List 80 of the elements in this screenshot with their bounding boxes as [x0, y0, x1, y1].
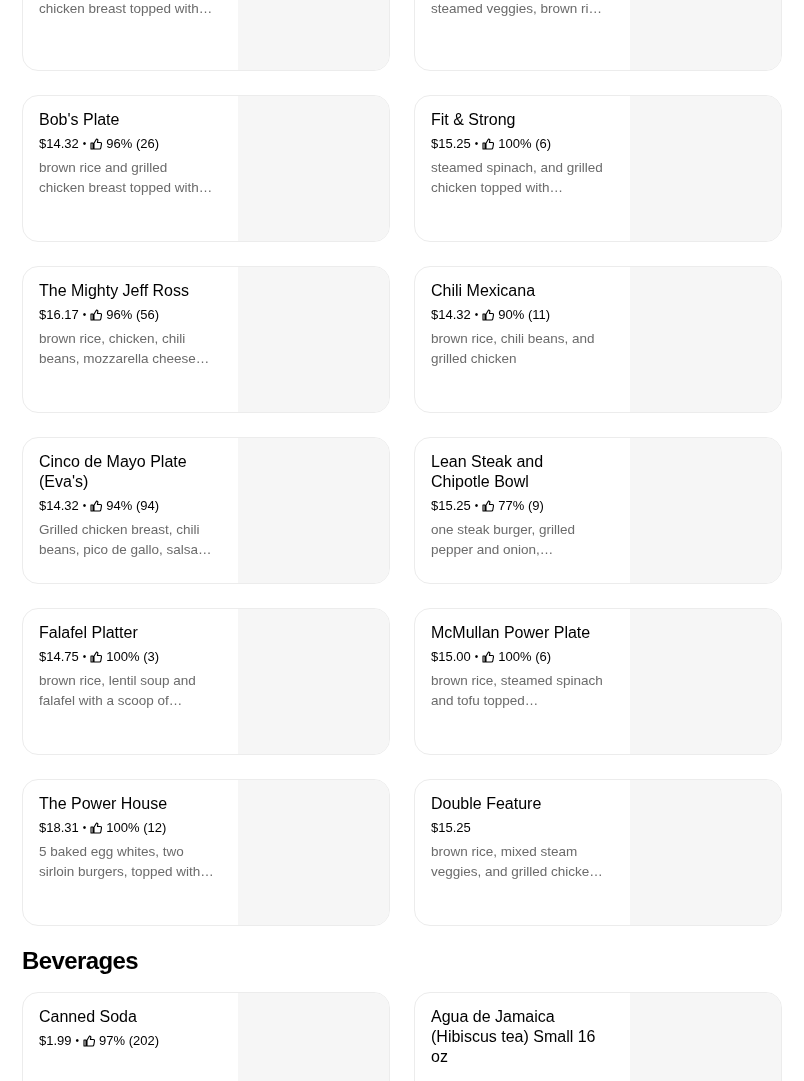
- item-price: $14.75: [39, 648, 79, 666]
- menu-item-card[interactable]: Cinco de Mayo Plate (Eva's) $14.32 • 94% (94) Grilled chicken breast, chili beans, pico de gallo, salsa…: [22, 437, 390, 584]
- menu-item-card[interactable]: Double Feature $15.25 brown rice, mixed steam veggies, and grilled chicke…: [414, 779, 782, 926]
- separator-dot: •: [82, 137, 87, 151]
- thumbs-up-icon: [90, 309, 103, 321]
- item-price: $14.32: [39, 135, 79, 153]
- separator-dot: •: [82, 499, 87, 513]
- item-description: brown rice, chicken, chili beans, mozzarella cheese…: [39, 330, 211, 368]
- thumbs-up-icon: [90, 822, 103, 834]
- item-description: 5 baked egg whites, two sirloin burgers, topped with…: [39, 843, 215, 881]
- separator-dot: •: [474, 308, 479, 322]
- item-rating: 97% (202): [99, 1032, 160, 1050]
- item-name: Agua de Jamaica (Hibiscus tea) Small 16 oz: [431, 1007, 597, 1067]
- menu-item-card[interactable]: steamed veggies, brown ri…: [414, 0, 782, 71]
- item-name: Canned Soda: [39, 1007, 138, 1027]
- item-description: brown rice and grilled chicken breast topped with…: [39, 159, 214, 197]
- menu-item-card[interactable]: Chili Mexicana $14.32 • 90% (11) brown rice, chili beans, and grilled chicken: [414, 266, 782, 413]
- item-name: McMullan Power Plate: [431, 623, 592, 643]
- thumbs-up-icon: [482, 500, 495, 512]
- thumbs-up-icon: [482, 651, 495, 663]
- item-price: $1.99: [39, 1032, 72, 1050]
- thumbs-up-icon: [90, 651, 103, 663]
- separator-dot: •: [474, 137, 479, 151]
- item-price: $18.31: [39, 819, 79, 837]
- item-description: chicken breast topped with…: [39, 0, 214, 18]
- menu-item-card[interactable]: Agua de Jamaica (Hibiscus tea) Small 16 oz: [414, 992, 782, 1081]
- item-name: Falafel Platter: [39, 623, 139, 643]
- item-rating: 96% (26): [106, 135, 160, 153]
- menu-item-card[interactable]: McMullan Power Plate $15.00 • 100% (6) brown rice, steamed spinach and tofu topped…: [414, 608, 782, 755]
- item-rating: 100% (6): [498, 648, 552, 666]
- item-description: brown rice, mixed steam veggies, and grilled chicke…: [431, 843, 604, 881]
- thumbs-up-icon: [482, 138, 495, 150]
- item-name: Fit & Strong: [431, 110, 517, 130]
- item-price: $14.32: [431, 306, 471, 324]
- item-description: brown rice, steamed spinach and tofu topped…: [431, 672, 604, 710]
- item-rating: 90% (11): [498, 306, 551, 324]
- item-price: $15.25: [431, 819, 471, 837]
- item-price: $15.00: [431, 648, 471, 666]
- item-price: $15.25: [431, 497, 471, 515]
- separator-dot: •: [75, 1034, 80, 1048]
- item-rating: 96% (56): [106, 306, 160, 324]
- thumbs-up-icon: [90, 500, 103, 512]
- item-price: $15.25: [431, 135, 471, 153]
- menu-item-card[interactable]: Falafel Platter $14.75 • 100% (3) brown rice, lentil soup and falafel with a scoop of…: [22, 608, 390, 755]
- menu-item-card[interactable]: Fit & Strong $15.25 • 100% (6) steamed spinach, and grilled chicken topped with…: [414, 95, 782, 242]
- thumbs-up-icon: [482, 309, 495, 321]
- menu-item-card[interactable]: chicken breast topped with…: [22, 0, 390, 71]
- menu-item-card[interactable]: The Mighty Jeff Ross $16.17 • 96% (56) brown rice, chicken, chili beans, mozzarella cheese…: [22, 266, 390, 413]
- item-name: Lean Steak and Chipotle Bowl: [431, 452, 545, 492]
- item-name: Cinco de Mayo Plate (Eva's): [39, 452, 188, 492]
- thumbs-up-icon: [83, 1035, 96, 1047]
- item-name: The Power House: [39, 794, 169, 814]
- item-name: Double Feature: [431, 794, 543, 814]
- section-heading: Beverages: [22, 946, 140, 976]
- menu-item-card[interactable]: The Power House $18.31 • 100% (12) 5 baked egg whites, two sirloin burgers, topped with…: [22, 779, 390, 926]
- menu-item-card[interactable]: Lean Steak and Chipotle Bowl $15.25 • 77% (9) one steak burger, grilled pepper and onion,…: [414, 437, 782, 584]
- item-name: Bob's Plate: [39, 110, 121, 130]
- menu-item-card[interactable]: Bob's Plate $14.32 • 96% (26) brown rice and grilled chicken breast topped with…: [22, 95, 390, 242]
- item-price: $16.17: [39, 306, 79, 324]
- item-name: Chili Mexicana: [431, 281, 537, 301]
- item-rating: 100% (6): [498, 135, 552, 153]
- item-description: brown rice, chili beans, and grilled chicken: [431, 330, 596, 368]
- item-description: steamed spinach, and grilled chicken topped with…: [431, 159, 604, 197]
- item-rating: 100% (12): [106, 819, 167, 837]
- separator-dot: •: [474, 499, 479, 513]
- item-price: $14.32: [39, 497, 79, 515]
- item-rating: 77% (9): [498, 497, 544, 515]
- item-name: The Mighty Jeff Ross: [39, 281, 190, 301]
- item-description: Grilled chicken breast, chili beans, pico de gallo, salsa…: [39, 521, 213, 559]
- menu-item-card[interactable]: Canned Soda $1.99 • 97% (202): [22, 992, 390, 1081]
- item-description: one steak burger, grilled pepper and onion,…: [431, 521, 577, 559]
- thumbs-up-icon: [90, 138, 103, 150]
- item-description: brown rice, lentil soup and falafel with a scoop of…: [39, 672, 197, 710]
- separator-dot: •: [82, 308, 87, 322]
- item-description: steamed veggies, brown ri…: [431, 0, 604, 18]
- item-rating: 100% (3): [106, 648, 160, 666]
- separator-dot: •: [474, 650, 479, 664]
- separator-dot: •: [82, 650, 87, 664]
- item-rating: 94% (94): [106, 497, 160, 515]
- separator-dot: •: [82, 821, 87, 835]
